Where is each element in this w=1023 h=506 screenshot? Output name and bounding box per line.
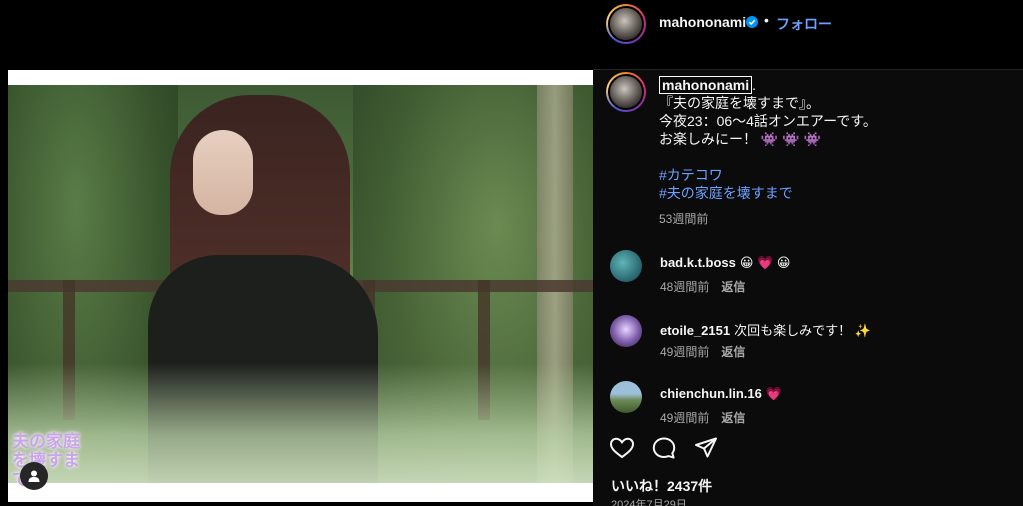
reply-button[interactable]: 返信 <box>721 280 745 294</box>
post-photo[interactable] <box>8 85 593 483</box>
reply-button[interactable]: 返信 <box>721 345 745 359</box>
post-date[interactable]: 2024年7月29日 <box>611 496 687 506</box>
commenter-username[interactable]: bad.k.t.boss <box>660 255 736 270</box>
comment-text: 次回も楽しみです！ ✨ <box>734 323 871 338</box>
header-separator: • <box>764 12 769 28</box>
post-header: mahononami • フォロー <box>593 0 1023 46</box>
commenter-avatar[interactable] <box>610 315 642 347</box>
commenter-avatar[interactable] <box>610 381 642 413</box>
photo-foreground-blur <box>8 363 593 483</box>
media-pane: 夫の家庭を壊すまで <box>0 0 593 506</box>
photo-person-face <box>193 130 253 215</box>
user-tag-button[interactable] <box>20 462 48 490</box>
caption-timestamp[interactable]: 53週間前 <box>659 210 708 227</box>
post-caption: mahononami. 『夫の家庭を壊すまで』。 今夜23：06〜4話オンエアー… <box>659 76 1009 202</box>
commenter-avatar[interactable] <box>610 250 642 282</box>
user-tag-icon <box>28 470 40 482</box>
caption-line: 今夜23：06〜4話オンエアーです。 <box>659 113 877 129</box>
comment-timestamp[interactable]: 49週間前 <box>660 345 709 359</box>
heart-icon[interactable] <box>609 436 635 460</box>
like-count[interactable]: いいね！2437件 <box>611 476 712 496</box>
commenter-username[interactable]: chienchun.lin.16 <box>660 386 762 401</box>
commenter-username[interactable]: etoile_2151 <box>660 323 730 338</box>
caption-line: 『夫の家庭を壊すまで』。 <box>659 95 820 111</box>
author-username[interactable]: mahononami <box>659 14 746 30</box>
hashtag-link[interactable]: #カテコワ <box>659 166 1009 184</box>
comment-timestamp[interactable]: 49週間前 <box>660 411 709 425</box>
verified-icon <box>746 16 758 28</box>
comment-timestamp[interactable]: 48週間前 <box>660 280 709 294</box>
share-icon[interactable] <box>693 436 719 460</box>
post-media-frame: 夫の家庭を壊すまで <box>8 70 593 502</box>
author-avatar[interactable] <box>606 4 646 44</box>
post-details-panel: mahononami • フォロー mahononami. 『夫の家庭を壊すまで… <box>593 0 1023 506</box>
reply-button[interactable]: 返信 <box>721 411 745 425</box>
follow-button[interactable]: フォロー <box>776 14 832 34</box>
caption-author-avatar[interactable] <box>606 72 646 112</box>
post-actions <box>609 436 735 460</box>
comment-text: 💗 <box>765 386 783 401</box>
caption-username[interactable]: mahononami <box>659 76 753 94</box>
comment-text: 😀 💗 😀 <box>739 255 791 270</box>
caption-line: お楽しみにー！ 👾 👾 👾 <box>659 131 821 147</box>
hashtag-link[interactable]: #夫の家庭を壊すまで <box>659 184 1009 202</box>
comment-icon[interactable] <box>651 436 677 460</box>
